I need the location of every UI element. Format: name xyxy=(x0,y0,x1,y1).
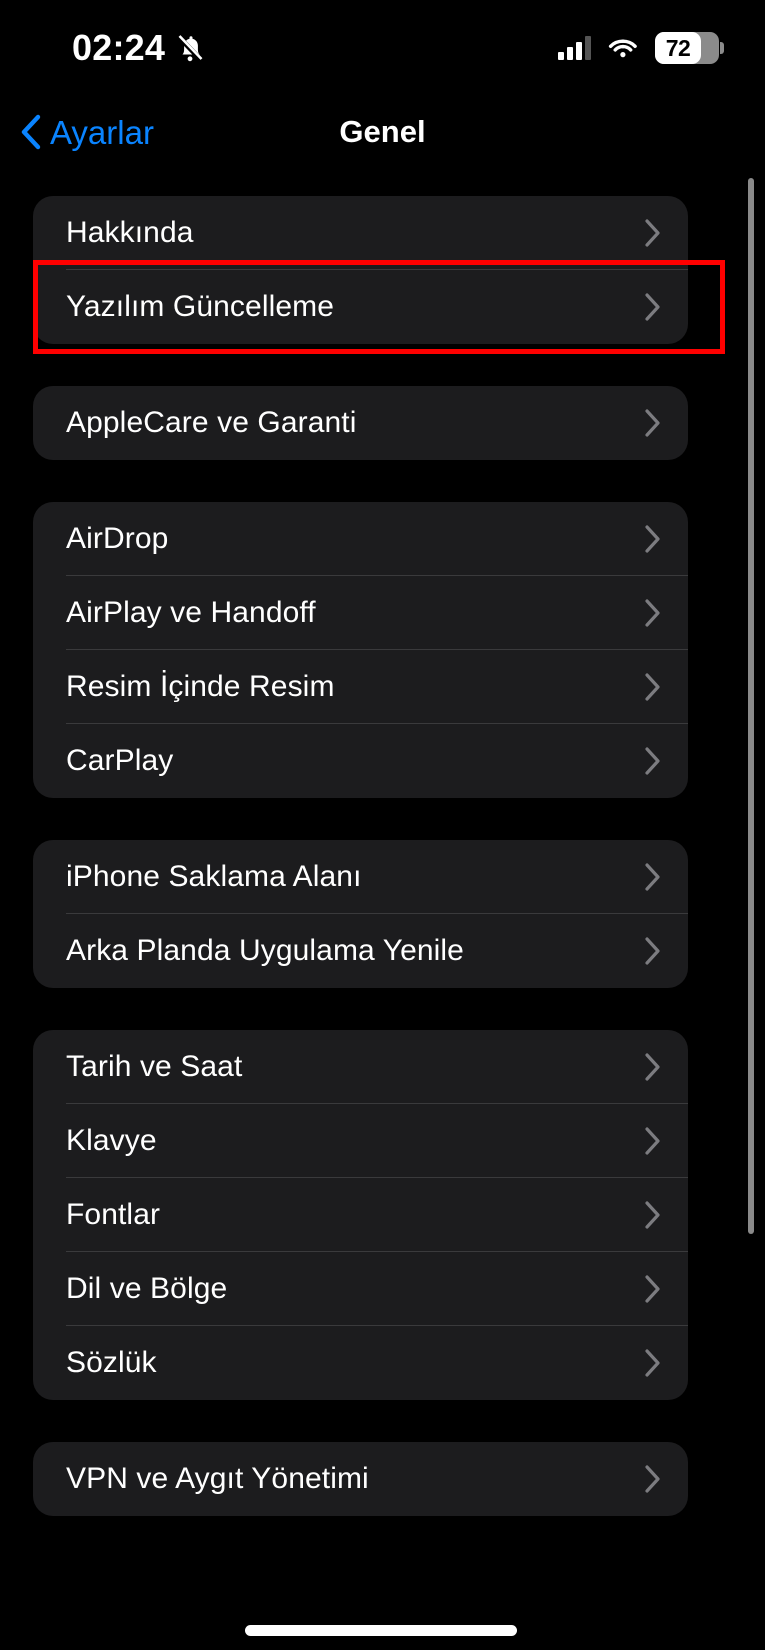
settings-row-label: VPN ve Aygıt Yönetimi xyxy=(66,1462,644,1496)
chevron-right-icon xyxy=(644,1052,662,1082)
settings-row[interactable]: Sözlük xyxy=(33,1326,688,1400)
group-connectivity: AirDrop AirPlay ve Handoff Resim İçinde Re… xyxy=(33,502,688,798)
chevron-right-icon xyxy=(644,936,662,966)
settings-row[interactable]: VPN ve Aygıt Yönetimi xyxy=(33,1442,688,1516)
navigation-bar: Ayarlar Genel xyxy=(0,96,765,168)
settings-row-label: Sözlük xyxy=(66,1346,644,1380)
status-bar-right: 72 xyxy=(558,32,719,64)
chevron-right-icon xyxy=(644,1200,662,1230)
settings-row-label: iPhone Saklama Alanı xyxy=(66,860,644,894)
group-storage: iPhone Saklama Alanı Arka Planda Uygulama… xyxy=(33,840,688,988)
settings-list[interactable]: Hakkında Yazılım Güncelleme AppleCare ve G… xyxy=(0,170,765,1650)
settings-row[interactable]: Fontlar xyxy=(33,1178,688,1252)
chevron-right-icon xyxy=(644,218,662,248)
settings-row[interactable]: CarPlay xyxy=(33,724,688,798)
settings-row[interactable]: Resim İçinde Resim xyxy=(33,650,688,724)
battery-indicator: 72 xyxy=(655,32,719,64)
settings-row-label: Fontlar xyxy=(66,1198,644,1232)
vertical-scrollbar[interactable] xyxy=(748,178,754,1234)
settings-row-label: CarPlay xyxy=(66,744,644,778)
home-indicator[interactable] xyxy=(245,1625,517,1636)
chevron-right-icon xyxy=(644,408,662,438)
chevron-right-icon xyxy=(644,524,662,554)
group-device: Hakkında Yazılım Güncelleme xyxy=(33,196,688,344)
chevron-right-icon xyxy=(644,1464,662,1494)
group-applecare: AppleCare ve Garanti xyxy=(33,386,688,460)
chevron-right-icon xyxy=(644,292,662,322)
group-system: Tarih ve Saat Klavye Fontlar Dil ve Bölge Sö… xyxy=(33,1030,688,1400)
chevron-right-icon xyxy=(644,672,662,702)
status-bar: 02:24 72 xyxy=(0,0,765,96)
settings-row-label: Resim İçinde Resim xyxy=(66,670,644,704)
settings-row[interactable]: Dil ve Bölge xyxy=(33,1252,688,1326)
settings-row[interactable]: AirPlay ve Handoff xyxy=(33,576,688,650)
settings-row[interactable]: AppleCare ve Garanti xyxy=(33,386,688,460)
bell-slash-icon xyxy=(175,32,205,64)
settings-row[interactable]: Klavye xyxy=(33,1104,688,1178)
battery-percent-label: 72 xyxy=(655,37,701,60)
chevron-right-icon xyxy=(644,862,662,892)
iphone-settings-screen: 02:24 72 xyxy=(0,0,765,1650)
settings-row-label: Hakkında xyxy=(66,216,644,250)
chevron-right-icon xyxy=(644,598,662,628)
settings-row-label: Klavye xyxy=(66,1124,644,1158)
settings-row-label: Yazılım Güncelleme xyxy=(66,290,644,324)
settings-row[interactable]: AirDrop xyxy=(33,502,688,576)
chevron-right-icon xyxy=(644,746,662,776)
chevron-right-icon xyxy=(644,1126,662,1156)
settings-row-label: Tarih ve Saat xyxy=(66,1050,644,1084)
group-vpn: VPN ve Aygıt Yönetimi xyxy=(33,1442,688,1516)
page-title: Genel xyxy=(0,114,765,150)
settings-row[interactable]: Yazılım Güncelleme xyxy=(33,270,688,344)
settings-row-label: AppleCare ve Garanti xyxy=(66,406,644,440)
settings-row[interactable]: iPhone Saklama Alanı xyxy=(33,840,688,914)
cellular-signal-icon xyxy=(558,36,591,60)
settings-row-label: Dil ve Bölge xyxy=(66,1272,644,1306)
settings-row[interactable]: Hakkında xyxy=(33,196,688,270)
battery-nub xyxy=(720,42,724,54)
wifi-icon xyxy=(607,36,639,60)
settings-row-label: AirDrop xyxy=(66,522,644,556)
status-bar-clock: 02:24 xyxy=(72,30,165,66)
settings-row[interactable]: Arka Planda Uygulama Yenile xyxy=(33,914,688,988)
settings-row[interactable]: Tarih ve Saat xyxy=(33,1030,688,1104)
settings-row-label: Arka Planda Uygulama Yenile xyxy=(66,934,644,968)
chevron-right-icon xyxy=(644,1274,662,1304)
status-bar-left: 02:24 xyxy=(72,30,205,66)
settings-row-label: AirPlay ve Handoff xyxy=(66,596,644,630)
chevron-right-icon xyxy=(644,1348,662,1378)
